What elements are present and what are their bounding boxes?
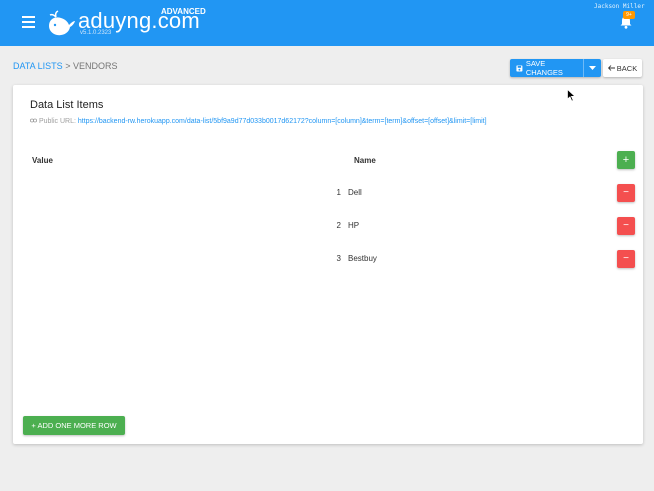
remove-row-button[interactable]: − [617,217,635,235]
whale-logo-icon [49,10,75,36]
breadcrumb-current: VENDORS [72,61,118,71]
notification-badge: 9+ [623,11,635,19]
table-row: 1 Dell − [13,183,643,203]
version-label: v5.1.0.2323 [80,30,112,36]
card-title: Data List Items [30,99,104,111]
link-icon [30,118,38,123]
public-url-link[interactable]: https://backend-rw.herokuapp.com/data-li… [78,118,487,125]
breadcrumb-data-lists[interactable]: DATA LISTS [13,61,63,71]
save-icon [516,65,523,71]
edition-label: ADVANCED [161,7,206,16]
row-name: Dell [348,188,362,197]
user-name[interactable]: Jackson Miller [594,3,645,10]
breadcrumb: DATA LISTS > VENDORS [13,61,118,71]
top-app-bar: aduyng.com ADVANCED v5.1.0.2323 Jackson … [0,0,654,46]
arrow-left-icon [607,65,615,71]
column-header-name: Name [354,156,376,165]
remove-row-button[interactable]: − [617,184,635,202]
save-changes-button[interactable]: SAVE CHANGES [510,59,583,77]
back-label: BACK [616,63,638,73]
row-index: 3 [336,254,341,263]
back-button[interactable]: BACK [603,59,642,77]
public-url-line: Public URL: https://backend-rw.herokuapp… [30,118,487,125]
save-options-dropdown[interactable] [583,59,601,77]
mouse-cursor-icon [567,89,576,102]
data-list-card: Data List Items Public URL: https://back… [13,85,643,444]
save-changes-split-button: SAVE CHANGES [510,59,601,77]
save-changes-label: SAVE CHANGES [525,59,563,77]
caret-down-icon [589,66,596,70]
add-row-icon-button[interactable]: + [617,151,635,169]
row-name: HP [348,221,360,230]
add-one-more-row-button[interactable]: + ADD ONE MORE ROW [23,416,125,435]
row-index: 1 [336,188,341,197]
row-name: Bestbuy [348,254,377,263]
remove-row-button[interactable]: − [617,250,635,268]
menu-icon[interactable] [22,16,35,28]
public-url-label: Public URL: [38,118,76,125]
column-header-value: Value [32,156,53,165]
table-row: 2 HP − [13,216,643,236]
table-row: 3 Bestbuy − [13,249,643,269]
breadcrumb-separator: > [65,61,71,71]
row-index: 2 [336,221,341,230]
